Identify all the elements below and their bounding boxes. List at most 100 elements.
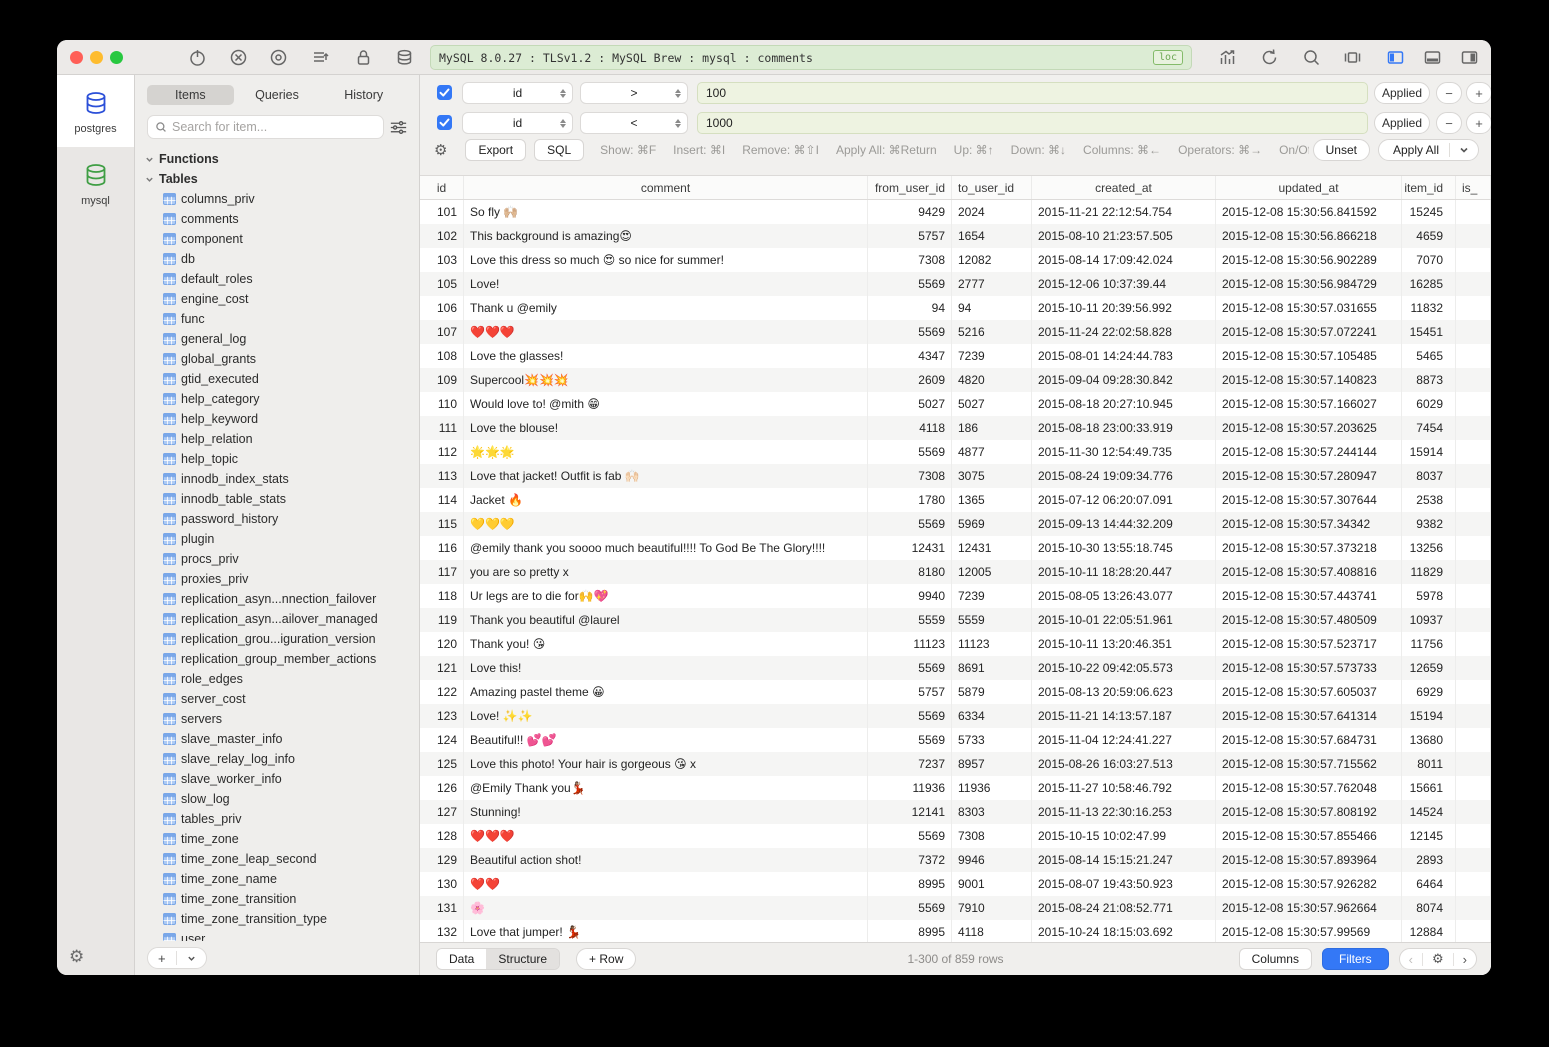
cell-updated_at[interactable]: 2015-12-08 15:30:57.307644	[1216, 488, 1402, 512]
cell-to_user_id[interactable]: 186	[952, 416, 1032, 440]
search-box[interactable]	[147, 115, 384, 139]
cell-to_user_id[interactable]: 11123	[952, 632, 1032, 656]
cell-id[interactable]: 109	[420, 368, 464, 392]
column-header-item_id[interactable]: item_id	[1402, 176, 1456, 199]
cell-created_at[interactable]: 2015-09-13 14:44:32.209	[1032, 512, 1216, 536]
cell-from_user_id[interactable]: 8995	[868, 920, 952, 942]
table-row[interactable]: 127Stunning!1214183032015-11-13 22:30:16…	[420, 800, 1491, 824]
cell-comment[interactable]: Love this!	[464, 656, 868, 680]
cell-item_id[interactable]: 6464	[1402, 872, 1456, 896]
cell-created_at[interactable]: 2015-10-11 20:39:56.992	[1032, 296, 1216, 320]
cell-to_user_id[interactable]: 8691	[952, 656, 1032, 680]
table-row[interactable]: 108Love the glasses!434772392015-08-01 1…	[420, 344, 1491, 368]
view-structure-button[interactable]: Structure	[486, 949, 559, 969]
cell-item_id[interactable]: 12659	[1402, 656, 1456, 680]
cell-to_user_id[interactable]: 6334	[952, 704, 1032, 728]
add-item-button[interactable]: +	[148, 948, 176, 968]
cell-from_user_id[interactable]: 5569	[868, 728, 952, 752]
cell-to_user_id[interactable]: 11936	[952, 776, 1032, 800]
sidebar-table-procs_priv[interactable]: procs_priv	[145, 549, 419, 569]
cell-to_user_id[interactable]: 4118	[952, 920, 1032, 942]
cell-updated_at[interactable]: 2015-12-08 15:30:57.072241	[1216, 320, 1402, 344]
cell-to_user_id[interactable]: 12005	[952, 560, 1032, 584]
cell-created_at[interactable]: 2015-07-12 06:20:07.091	[1032, 488, 1216, 512]
cell-id[interactable]: 116	[420, 536, 464, 560]
table-row[interactable]: 103Love this dress so much 😍 so nice for…	[420, 248, 1491, 272]
sidebar-table-replication_asynailover_managed[interactable]: replication_asyn...ailover_managed	[145, 609, 419, 629]
cell-updated_at[interactable]: 2015-12-08 15:30:57.203625	[1216, 416, 1402, 440]
table-row[interactable]: 106Thank u @emily94942015-10-11 20:39:56…	[420, 296, 1491, 320]
sidebar-table-slave_master_info[interactable]: slave_master_info	[145, 729, 419, 749]
cell-id[interactable]: 110	[420, 392, 464, 416]
cell-from_user_id[interactable]: 5027	[868, 392, 952, 416]
cell-id[interactable]: 111	[420, 416, 464, 440]
cell-id[interactable]: 119	[420, 608, 464, 632]
sidebar-table-default_roles[interactable]: default_roles	[145, 269, 419, 289]
cell-comment[interactable]: Thank u @emily	[464, 296, 868, 320]
sidebar-table-time_zone_transition[interactable]: time_zone_transition	[145, 889, 419, 909]
cell-item_id[interactable]: 6929	[1402, 680, 1456, 704]
cell-to_user_id[interactable]: 7239	[952, 584, 1032, 608]
cell-created_at[interactable]: 2015-11-21 14:13:57.187	[1032, 704, 1216, 728]
sidebar-table-role_edges[interactable]: role_edges	[145, 669, 419, 689]
cell-comment[interactable]: Amazing pastel theme 😀	[464, 680, 868, 704]
cell-id[interactable]: 108	[420, 344, 464, 368]
cell-is_[interactable]	[1456, 896, 1491, 920]
sidebar-table-slow_log[interactable]: slow_log	[145, 789, 419, 809]
cell-is_[interactable]	[1456, 872, 1491, 896]
cell-from_user_id[interactable]: 5569	[868, 656, 952, 680]
cell-item_id[interactable]: 9382	[1402, 512, 1456, 536]
cell-updated_at[interactable]: 2015-12-08 15:30:56.984729	[1216, 272, 1402, 296]
table-row[interactable]: 114Jacket 🔥178013652015-07-12 06:20:07.0…	[420, 488, 1491, 512]
cell-id[interactable]: 130	[420, 872, 464, 896]
chart-icon[interactable]	[1218, 48, 1237, 67]
cell-is_[interactable]	[1456, 512, 1491, 536]
cell-comment[interactable]: Jacket 🔥	[464, 488, 868, 512]
column-header-created_at[interactable]: created_at	[1032, 176, 1216, 199]
cell-id[interactable]: 103	[420, 248, 464, 272]
filter-tune-icon[interactable]	[390, 120, 407, 135]
cell-updated_at[interactable]: 2015-12-08 15:30:57.140823	[1216, 368, 1402, 392]
cell-created_at[interactable]: 2015-10-30 13:55:18.745	[1032, 536, 1216, 560]
cell-is_[interactable]	[1456, 272, 1491, 296]
cell-to_user_id[interactable]: 94	[952, 296, 1032, 320]
table-row[interactable]: 128❤️❤️❤️556973082015-10-15 10:02:47.992…	[420, 824, 1491, 848]
cell-id[interactable]: 107	[420, 320, 464, 344]
table-row[interactable]: 113Love that jacket! Outfit is fab 🙌🏻730…	[420, 464, 1491, 488]
cell-to_user_id[interactable]: 5879	[952, 680, 1032, 704]
cell-updated_at[interactable]: 2015-12-08 15:30:57.641314	[1216, 704, 1402, 728]
search-icon[interactable]	[1302, 48, 1321, 67]
cell-created_at[interactable]: 2015-08-07 19:43:50.923	[1032, 872, 1216, 896]
connection-mysql[interactable]: mysql	[57, 147, 134, 219]
cell-is_[interactable]	[1456, 608, 1491, 632]
cell-created_at[interactable]: 2015-08-05 13:26:43.077	[1032, 584, 1216, 608]
cell-item_id[interactable]: 12145	[1402, 824, 1456, 848]
cell-is_[interactable]	[1456, 656, 1491, 680]
cell-updated_at[interactable]: 2015-12-08 15:30:57.280947	[1216, 464, 1402, 488]
cell-id[interactable]: 131	[420, 896, 464, 920]
sidebar-table-server_cost[interactable]: server_cost	[145, 689, 419, 709]
cell-comment[interactable]: Would love to! @mith 😁	[464, 392, 868, 416]
connection-power-icon[interactable]	[188, 48, 207, 67]
cell-created_at[interactable]: 2015-10-11 13:20:46.351	[1032, 632, 1216, 656]
cell-is_[interactable]	[1456, 920, 1491, 942]
cell-is_[interactable]	[1456, 776, 1491, 800]
cell-is_[interactable]	[1456, 440, 1491, 464]
cell-is_[interactable]	[1456, 392, 1491, 416]
cell-comment[interactable]: Ur legs are to die for🙌💖	[464, 584, 868, 608]
table-row[interactable]: 125Love this photo! Your hair is gorgeou…	[420, 752, 1491, 776]
column-header-is_[interactable]: is_	[1456, 176, 1491, 199]
cell-from_user_id[interactable]: 5569	[868, 704, 952, 728]
cell-updated_at[interactable]: 2015-12-08 15:30:57.408816	[1216, 560, 1402, 584]
settings-gear-icon[interactable]: ⚙	[69, 947, 84, 967]
sidebar-table-help_category[interactable]: help_category	[145, 389, 419, 409]
cell-item_id[interactable]: 12884	[1402, 920, 1456, 942]
connection-postgres[interactable]: postgres	[57, 75, 134, 147]
cell-id[interactable]: 122	[420, 680, 464, 704]
cell-comment[interactable]: @Emily Thank you💃🏽	[464, 776, 868, 800]
cell-from_user_id[interactable]: 5569	[868, 320, 952, 344]
sidebar-table-time_zone_name[interactable]: time_zone_name	[145, 869, 419, 889]
cell-updated_at[interactable]: 2015-12-08 15:30:57.99569	[1216, 920, 1402, 942]
cell-comment[interactable]: 🌟🌟🌟	[464, 440, 868, 464]
table-row[interactable]: 111Love the blouse!41181862015-08-18 23:…	[420, 416, 1491, 440]
